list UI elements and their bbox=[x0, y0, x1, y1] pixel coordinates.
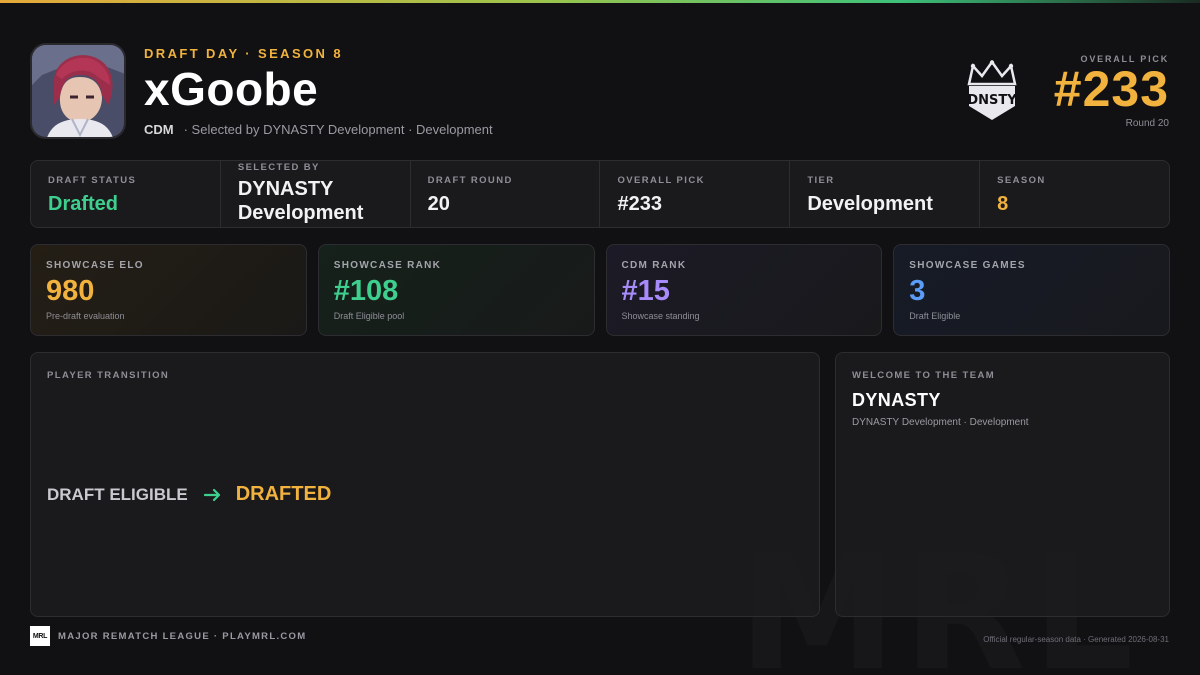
info-value: #233 bbox=[617, 193, 662, 215]
info-label: DRAFT ROUND bbox=[427, 175, 513, 186]
transition-to: DRAFTED bbox=[235, 483, 332, 505]
info-selected-by: SELECTED BY DYNASTY Development bbox=[221, 161, 411, 227]
selection-note: · Selected by DYNASTY Development · Deve… bbox=[183, 122, 493, 137]
info-label: DRAFT STATUS bbox=[48, 175, 137, 186]
player-avatar bbox=[30, 43, 126, 139]
transition-from: DRAFT ELIGIBLE bbox=[47, 484, 188, 504]
stat-label: SHOWCASE RANK bbox=[333, 260, 442, 271]
stat-value: 3 bbox=[909, 275, 926, 307]
pick-round: Round 20 bbox=[1125, 118, 1169, 129]
info-label: SELECTED BY bbox=[237, 162, 320, 173]
info-value: 8 bbox=[997, 193, 1009, 215]
team-logo: DNSTY bbox=[963, 59, 1021, 122]
svg-text:DNSTY: DNSTY bbox=[967, 93, 1017, 108]
player-name: xGoobe bbox=[144, 63, 319, 115]
panel-label: PLAYER TRANSITION bbox=[47, 370, 170, 381]
info-draft-round: DRAFT ROUND 20 bbox=[411, 161, 601, 227]
league-footer-text: MAJOR REMATCH LEAGUE · PLAYMRL.COM bbox=[58, 631, 307, 642]
welcome-team-name: DYNASTY bbox=[852, 390, 941, 410]
info-label: SEASON bbox=[997, 175, 1046, 186]
player-avatar-portrait bbox=[32, 45, 124, 137]
overall-pick-value: #233 bbox=[1053, 61, 1169, 117]
top-accent-bar bbox=[0, 0, 1200, 3]
player-transition-panel: PLAYER TRANSITION DRAFT ELIGIBLE DRAFTED bbox=[30, 352, 820, 617]
stat-card-cdm-rank: CDM RANK #15 Showcase standing bbox=[605, 244, 883, 336]
stat-label: CDM RANK bbox=[621, 260, 687, 271]
stat-caption: Pre-draft evaluation bbox=[46, 310, 125, 321]
stat-label: SHOWCASE ELO bbox=[46, 260, 144, 271]
stat-value: 980 bbox=[46, 275, 95, 307]
generated-note: Official regular-season data · Generated… bbox=[983, 635, 1169, 644]
stat-card-showcase-games: SHOWCASE GAMES 3 Draft Eligible bbox=[893, 244, 1170, 336]
crown-icon: DNSTY bbox=[967, 59, 1017, 120]
info-label: TIER bbox=[807, 175, 835, 186]
player-position: CDM bbox=[144, 122, 174, 137]
stat-value: #15 bbox=[621, 275, 670, 307]
stat-cards: SHOWCASE ELO 980 Pre-draft evaluation SH… bbox=[30, 244, 1170, 336]
info-overall-pick: OVERALL PICK #233 bbox=[600, 161, 791, 227]
info-value: Drafted bbox=[48, 193, 119, 215]
stat-caption: Draft Eligible pool bbox=[333, 310, 405, 321]
info-season: SEASON 8 bbox=[980, 161, 1169, 227]
stat-value: #108 bbox=[333, 275, 399, 307]
transition-row: DRAFT ELIGIBLE DRAFTED bbox=[47, 483, 331, 506]
welcome-panel: WELCOME TO THE TEAM DYNASTY DYNASTY Deve… bbox=[835, 352, 1170, 617]
league-logo-icon: MRL bbox=[30, 626, 50, 646]
stat-label: SHOWCASE GAMES bbox=[909, 260, 1026, 271]
stat-card-showcase-rank: SHOWCASE RANK #108 Draft Eligible pool bbox=[317, 244, 595, 336]
info-value: DYNASTY Development bbox=[237, 178, 364, 225]
welcome-team-subtitle: DYNASTY Development · Development bbox=[852, 417, 1029, 428]
info-value: 20 bbox=[427, 193, 450, 215]
info-tier: TIER Development bbox=[790, 161, 981, 227]
stat-caption: Showcase standing bbox=[621, 310, 700, 321]
info-label: OVERALL PICK bbox=[617, 175, 705, 186]
arrow-right-icon bbox=[203, 488, 220, 501]
stat-card-showcase-elo: SHOWCASE ELO 980 Pre-draft evaluation bbox=[30, 244, 307, 336]
panel-label: WELCOME TO THE TEAM bbox=[852, 370, 996, 381]
event-eyebrow: DRAFT DAY · SEASON 8 bbox=[144, 46, 343, 61]
stat-caption: Draft Eligible bbox=[909, 310, 961, 321]
draft-info-strip: DRAFT STATUS Drafted SELECTED BY DYNASTY… bbox=[30, 160, 1170, 228]
player-subtitle: CDM · Selected by DYNASTY Development · D… bbox=[144, 122, 493, 137]
info-value: Development bbox=[807, 193, 933, 215]
info-draft-status: DRAFT STATUS Drafted bbox=[31, 161, 221, 227]
